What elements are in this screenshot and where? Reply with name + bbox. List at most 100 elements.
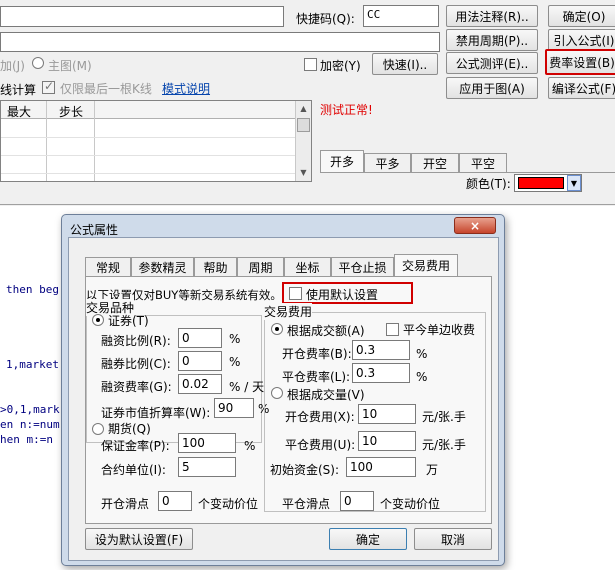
percent-label: %: [229, 332, 241, 346]
tab-close-long[interactable]: 平多: [364, 153, 411, 172]
by-volume-radio[interactable]: [271, 387, 283, 399]
compile-formula-button[interactable]: 编译公式(F): [548, 77, 615, 99]
code-line: en n:=num: [0, 418, 60, 431]
percent-label: %: [416, 370, 428, 384]
tab-trading-fee[interactable]: 交易费用: [394, 254, 458, 276]
margin-rate-label: 融资费率(G):: [101, 380, 172, 394]
percent-per-day-label: % / 天: [229, 380, 265, 394]
tab-period[interactable]: 周期: [237, 257, 284, 276]
open-rate-input[interactable]: 0.3: [352, 340, 410, 360]
percent-label: %: [229, 355, 241, 369]
tab-close-short[interactable]: 平空: [459, 153, 507, 172]
close-icon: ×: [469, 219, 481, 233]
editor-window: 快捷码(Q): CC 用法注释(R).. 禁用周期(P).. 公式测评(E)..…: [0, 0, 615, 205]
main-chart-radio[interactable]: [32, 57, 44, 69]
fee-group-label: 交易费用: [264, 303, 313, 320]
use-default-checkbox[interactable]: [289, 287, 302, 300]
usage-note-button[interactable]: 用法注释(R)..: [446, 5, 538, 27]
confirm-button[interactable]: 确定(O): [548, 5, 615, 27]
quick-button[interactable]: 快速(I)..: [372, 53, 438, 75]
tab-help[interactable]: 帮助: [194, 257, 237, 276]
params-header-max: 最大: [7, 105, 32, 119]
close-rate-label: 平仓费率(L):: [282, 370, 351, 384]
tab-panel: 以下设置仅对BUY等新交易系统有效。 使用默认设置 交易品种 证券(T) 融资比…: [85, 276, 492, 524]
by-amount-label: 根据成交额(A): [287, 324, 365, 338]
encrypt-checkbox[interactable]: [304, 58, 317, 71]
formula-name-input[interactable]: [0, 6, 284, 27]
close-fee-label: 平仓费用(U):: [285, 438, 356, 452]
scroll-thumb[interactable]: [297, 118, 310, 132]
code-line: >0,1,mark: [0, 403, 60, 416]
line-calc-label: 线计算: [0, 83, 37, 97]
open-fee-input[interactable]: 10: [358, 404, 416, 424]
fee-unit-label: 元/张.手: [422, 438, 466, 452]
close-fee-input[interactable]: 10: [358, 431, 416, 451]
margin-buy-input[interactable]: 0: [178, 328, 222, 348]
apply-chart-button[interactable]: 应用于图(A): [446, 77, 538, 99]
securities-radio[interactable]: [92, 314, 104, 326]
color-swatch: [518, 177, 564, 189]
chevron-down-icon[interactable]: ▼: [567, 175, 581, 191]
scroll-up-icon[interactable]: ▲: [296, 101, 311, 116]
use-default-label: 使用默认设置: [306, 288, 379, 302]
color-select[interactable]: ▼: [514, 174, 582, 192]
margin-buy-label: 融资比例(R):: [101, 334, 171, 348]
encrypt-label: 加密(Y): [320, 59, 361, 73]
deposit-input[interactable]: 100: [178, 433, 236, 453]
margin-sell-input[interactable]: 0: [178, 351, 222, 371]
futures-label: 期货(Q): [108, 422, 151, 436]
code-line: hen m:=n: [0, 433, 53, 446]
ok-button[interactable]: 确定: [329, 528, 407, 550]
row3-left-label: 加(J): [0, 59, 25, 73]
close-rate-input[interactable]: 0.3: [352, 363, 410, 383]
margin-rate-input[interactable]: 0.02: [178, 374, 222, 394]
last-kline-checkbox[interactable]: [42, 79, 55, 94]
main-chart-label: 主图(M): [48, 59, 92, 73]
tab-stop-loss[interactable]: 平仓止损: [331, 257, 394, 276]
color-label: 颜色(T):: [466, 177, 511, 191]
by-volume-label: 根据成交量(V): [287, 388, 365, 402]
open-slip-input[interactable]: 0: [158, 491, 192, 511]
formula-desc-input[interactable]: [0, 32, 440, 52]
single-side-label: 平今单边收费: [403, 323, 476, 337]
open-rate-label: 开仓费率(B):: [282, 347, 352, 361]
import-formula-button[interactable]: 引入公式(I): [548, 29, 615, 51]
mv-ratio-label: 证券市值折算率(W):: [101, 406, 211, 420]
close-slip-label: 平仓滑点: [282, 497, 331, 511]
tab-param-wizard[interactable]: 参数精灵: [131, 257, 194, 276]
mode-help-link[interactable]: 模式说明: [162, 80, 210, 97]
disable-period-button[interactable]: 禁用周期(P)..: [446, 29, 538, 51]
code-line: 1,market: [6, 358, 59, 371]
params-scrollbar[interactable]: ▲ ▼: [295, 101, 311, 181]
params-header-step: 步长: [59, 105, 84, 119]
mv-ratio-input[interactable]: 90: [214, 398, 254, 418]
close-button[interactable]: ×: [454, 217, 496, 234]
set-default-button[interactable]: 设为默认设置(F): [85, 528, 193, 550]
tab-general[interactable]: 常规: [85, 257, 131, 276]
tab-axis[interactable]: 坐标: [284, 257, 331, 276]
contract-unit-input[interactable]: 5: [178, 457, 236, 477]
status-text: 测试正常!: [320, 103, 373, 117]
futures-radio[interactable]: [92, 423, 104, 435]
shortcut-input[interactable]: CC: [363, 5, 439, 27]
contract-unit-label: 合约单位(I):: [101, 463, 166, 477]
securities-label: 证券(T): [108, 314, 149, 328]
fee-settings-button[interactable]: 费率设置(B): [545, 49, 615, 75]
scroll-down-icon[interactable]: ▼: [296, 165, 311, 180]
fee-unit-label: 元/张.手: [422, 410, 466, 424]
close-slip-input[interactable]: 0: [340, 491, 374, 511]
wan-label: 万: [426, 463, 439, 477]
init-capital-input[interactable]: 100: [346, 457, 416, 477]
by-amount-radio[interactable]: [271, 323, 283, 335]
shortcut-label: 快捷码(Q):: [296, 12, 355, 26]
cancel-button[interactable]: 取消: [414, 528, 492, 550]
percent-label: %: [244, 439, 256, 453]
tab-open-long[interactable]: 开多: [320, 150, 364, 172]
formula-test-button[interactable]: 公式测评(E)..: [446, 52, 538, 74]
init-capital-label: 初始资金(S):: [270, 463, 340, 477]
tab-open-short[interactable]: 开空: [411, 153, 459, 172]
params-table: 最大 步长 ▲ ▼: [0, 100, 312, 182]
dialog-body: 常规 参数精灵 帮助 周期 坐标 平仓止损 交易费用 以下设置仅对BUY等新交易…: [68, 237, 499, 561]
close-tick-label: 个变动价位: [380, 497, 441, 511]
single-side-checkbox[interactable]: [386, 323, 399, 336]
